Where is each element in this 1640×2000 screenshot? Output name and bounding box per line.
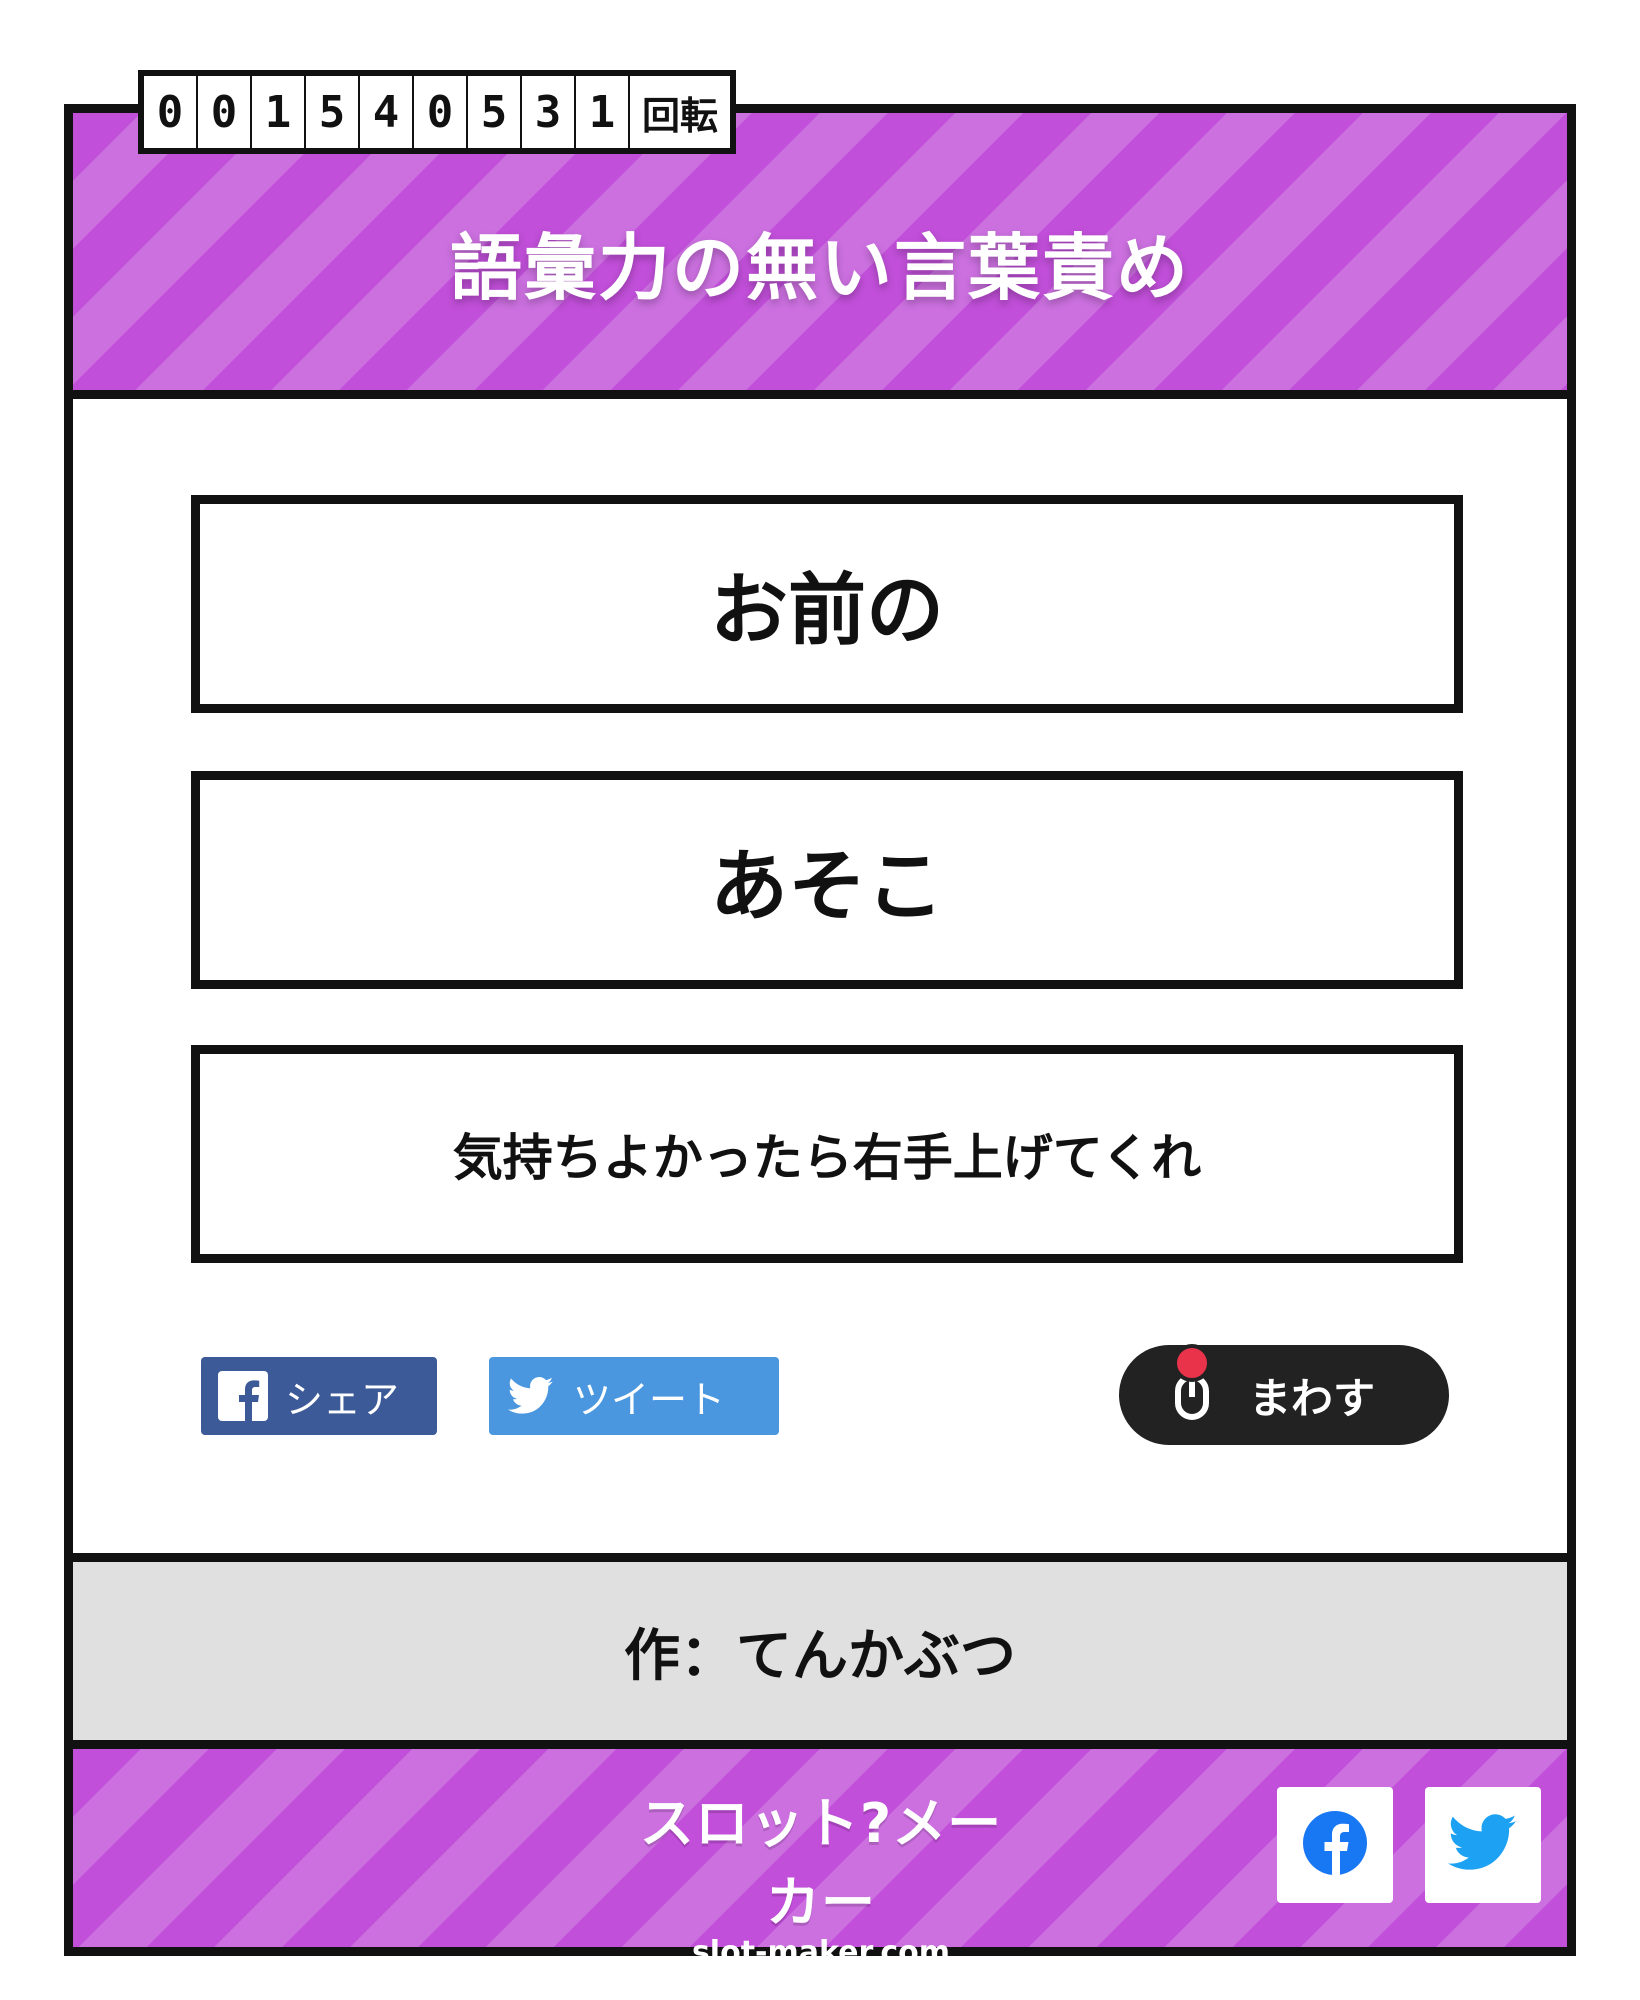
footer-facebook-link[interactable] [1277,1787,1393,1903]
tweet-button[interactable]: ツイート [489,1357,779,1435]
facebook-icon [1302,1810,1368,1880]
footer-twitter-link[interactable] [1425,1787,1541,1903]
spin-counter: 0 0 1 5 4 0 5 3 1 回転 [138,70,736,154]
slot-frame: 語彙力の無い言葉責め お前の あそこ 気持ちよかったら右手上げてくれ シェア ツ… [64,104,1576,1970]
twitter-bird-icon [489,1376,573,1416]
counter-unit-label: 回転 [641,93,718,138]
facebook-icon [201,1371,285,1421]
twitter-icon [1447,1814,1518,1876]
logo-text: スロット?メーカー [639,1792,1003,1934]
counter-digit: 1 [576,76,630,148]
logo-url: slot-maker.com [691,1935,951,1970]
slot-reel-1: お前の [191,495,1463,713]
slot-reel-2: あそこ [191,771,1463,989]
footer: スロット?メーカー slot-maker.com [73,1749,1567,1970]
title-header: 語彙力の無い言葉責め [73,113,1567,399]
lever-icon [1163,1339,1223,1429]
spin-button[interactable]: まわす [1119,1344,1449,1445]
tweet-label: ツイート [573,1377,726,1422]
counter-digit: 5 [306,76,360,148]
counter-digit: 1 [252,76,306,148]
slot-reel-3: 気持ちよかったら右手上げてくれ [191,1045,1463,1263]
counter-digit: 0 [198,76,252,148]
counter-digit: 3 [522,76,576,148]
facebook-share-label: シェア [285,1377,400,1422]
counter-digit: 0 [414,76,468,148]
facebook-share-button[interactable]: シェア [201,1357,437,1435]
page-title: 語彙力の無い言葉責め [449,226,1190,310]
spin-label: まわす [1249,1373,1376,1423]
author-credit: 作：てんかぶつ [73,1553,1567,1749]
counter-digit: 5 [468,76,522,148]
counter-digit: 4 [360,76,414,148]
slot-maker-logo[interactable]: スロット?メーカー slot-maker.com [621,1779,1021,1970]
counter-digit: 0 [144,76,198,148]
